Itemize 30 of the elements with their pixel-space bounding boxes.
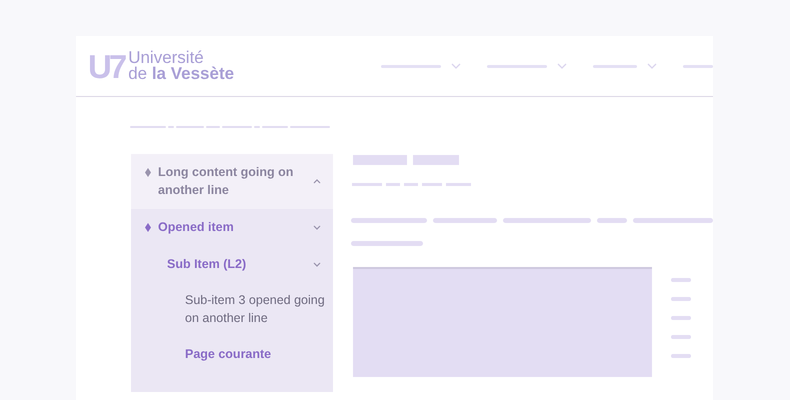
text-placeholder — [446, 183, 471, 186]
diamond-icon — [145, 168, 151, 177]
sidebar-subitem[interactable]: Page courante — [185, 345, 272, 363]
text-placeholder — [671, 297, 691, 301]
text-placeholder — [671, 354, 691, 358]
text-placeholder — [433, 218, 497, 223]
sidebar-item-label: Opened item — [158, 219, 235, 236]
logo-mark: U7 — [88, 50, 124, 82]
tag-placeholder — [413, 155, 459, 165]
text-placeholder — [351, 241, 423, 246]
text-placeholder — [597, 218, 627, 223]
text-placeholder — [352, 183, 382, 186]
text-placeholder — [422, 183, 442, 186]
text-placeholder — [404, 183, 418, 186]
logo-text: Université — [128, 50, 204, 66]
chevron-down-icon — [647, 63, 657, 69]
chevron-down-icon — [451, 63, 461, 69]
chevron-down-icon — [557, 63, 567, 69]
text-placeholder — [671, 335, 691, 339]
text-placeholder — [671, 278, 691, 282]
sidebar-item[interactable]: Long content going on another line — [131, 154, 333, 209]
sidebar-item[interactable]: Opened item — [131, 209, 333, 246]
diamond-icon — [145, 223, 151, 232]
text-placeholder — [386, 183, 400, 186]
sidebar-subitem[interactable]: Sub-item 3 opened going on another line — [185, 291, 325, 327]
text-placeholder — [671, 316, 691, 320]
sidebar-subitem[interactable]: Sub Item (L2) — [167, 255, 313, 273]
tag-placeholder — [353, 155, 407, 165]
sidebar-item-label: Long content going on another line — [158, 164, 294, 199]
logo-text: de la Vessète — [128, 66, 234, 82]
